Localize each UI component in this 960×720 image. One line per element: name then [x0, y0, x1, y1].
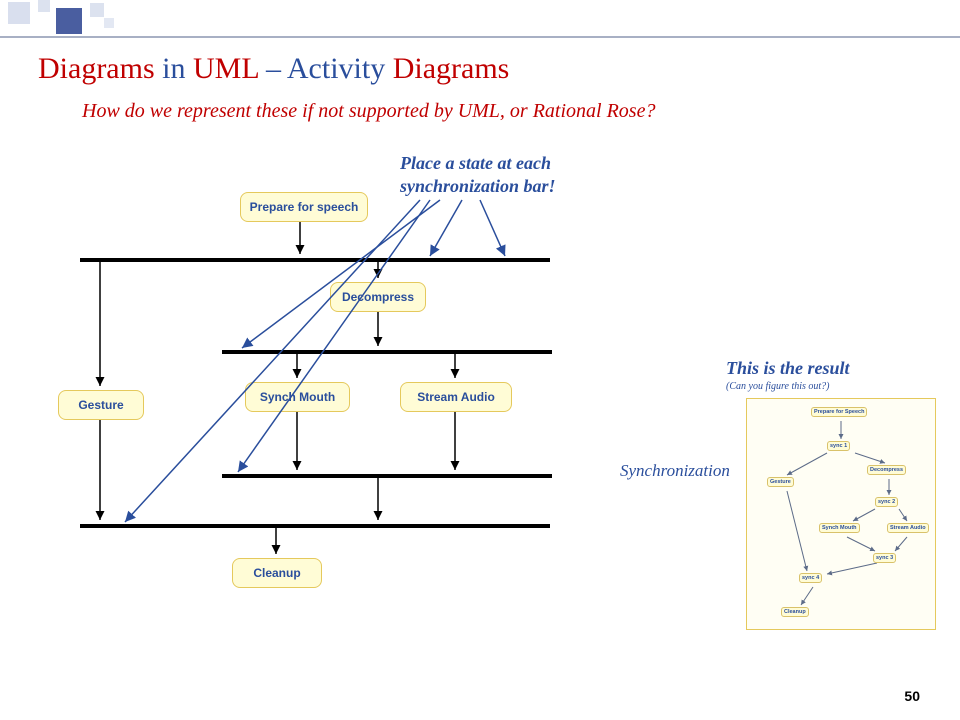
activity-stream-audio: Stream Audio: [400, 382, 512, 412]
header-rule: [0, 36, 960, 38]
mini-sync1: sync 1: [827, 441, 850, 451]
result-diagram: Prepare for Speech sync 1 Gesture Decomp…: [746, 398, 936, 630]
activity-gesture: Gesture: [58, 390, 144, 420]
slide-title: Diagrams in UML – Activity Diagrams: [38, 52, 509, 86]
mini-cleanup: Cleanup: [781, 607, 809, 617]
mini-decompress: Decompress: [867, 465, 906, 475]
mini-sync3: sync 3: [873, 553, 896, 563]
page-number: 50: [904, 688, 920, 704]
activity-cleanup: Cleanup: [232, 558, 322, 588]
result-title: This is the result: [726, 358, 850, 379]
sync-bar-1: [80, 258, 550, 262]
activity-prepare: Prepare for speech: [240, 192, 368, 222]
corner-decoration: [0, 0, 140, 36]
tip-text: Place a state at each synchronization ba…: [400, 152, 556, 199]
synchronization-label: Synchronization: [620, 461, 730, 481]
sync-bar-2: [222, 350, 552, 354]
mini-stream-audio: Stream Audio: [887, 523, 929, 533]
sync-bar-3: [222, 474, 552, 478]
sync-bar-4: [80, 524, 550, 528]
question-text: How do we represent these if not support…: [82, 100, 655, 123]
mini-synch-mouth: Synch Mouth: [819, 523, 860, 533]
activity-decompress: Decompress: [330, 282, 426, 312]
mini-gesture: Gesture: [767, 477, 794, 487]
mini-sync2: sync 2: [875, 497, 898, 507]
result-subtitle: (Can you figure this out?): [726, 381, 830, 392]
mini-sync4: sync 4: [799, 573, 822, 583]
mini-prepare: Prepare for Speech: [811, 407, 867, 417]
activity-synch-mouth: Synch Mouth: [245, 382, 350, 412]
